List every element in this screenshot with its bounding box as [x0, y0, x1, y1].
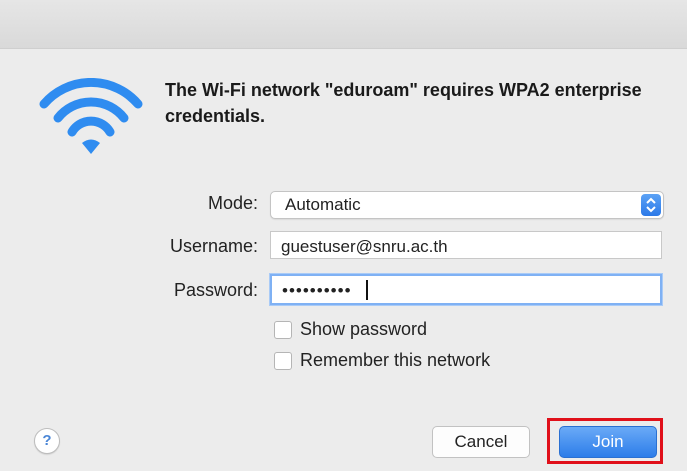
password-value: •••••••••• — [282, 281, 352, 300]
mode-select[interactable]: Automatic — [270, 191, 664, 219]
show-password-checkbox[interactable] — [274, 321, 292, 339]
mode-label: Mode: — [207, 193, 258, 213]
username-field[interactable]: guestuser@snru.ac.th — [270, 231, 662, 259]
mode-selected-value: Automatic — [285, 195, 361, 214]
question-mark-icon: ? — [42, 432, 52, 449]
remember-network-label[interactable]: Remember this network — [300, 350, 490, 371]
join-button[interactable]: Join — [559, 426, 657, 458]
wifi-credentials-dialog: The Wi-Fi network "eduroam" requires WPA… — [0, 0, 687, 471]
username-value: guestuser@snru.ac.th — [281, 237, 448, 256]
wifi-icon — [39, 78, 143, 154]
password-field[interactable]: •••••••••• — [270, 274, 662, 305]
username-label: Username: — [169, 236, 258, 256]
dialog-message: The Wi-Fi network "eduroam" requires WPA… — [165, 80, 642, 126]
chevron-up-down-icon[interactable] — [641, 194, 661, 216]
title-bar — [0, 0, 687, 49]
password-label: Password: — [173, 280, 258, 300]
cancel-button[interactable]: Cancel — [432, 426, 530, 458]
show-password-label[interactable]: Show password — [300, 319, 427, 340]
remember-network-checkbox[interactable] — [274, 352, 292, 370]
help-button[interactable]: ? — [34, 428, 60, 454]
text-cursor — [366, 280, 368, 300]
